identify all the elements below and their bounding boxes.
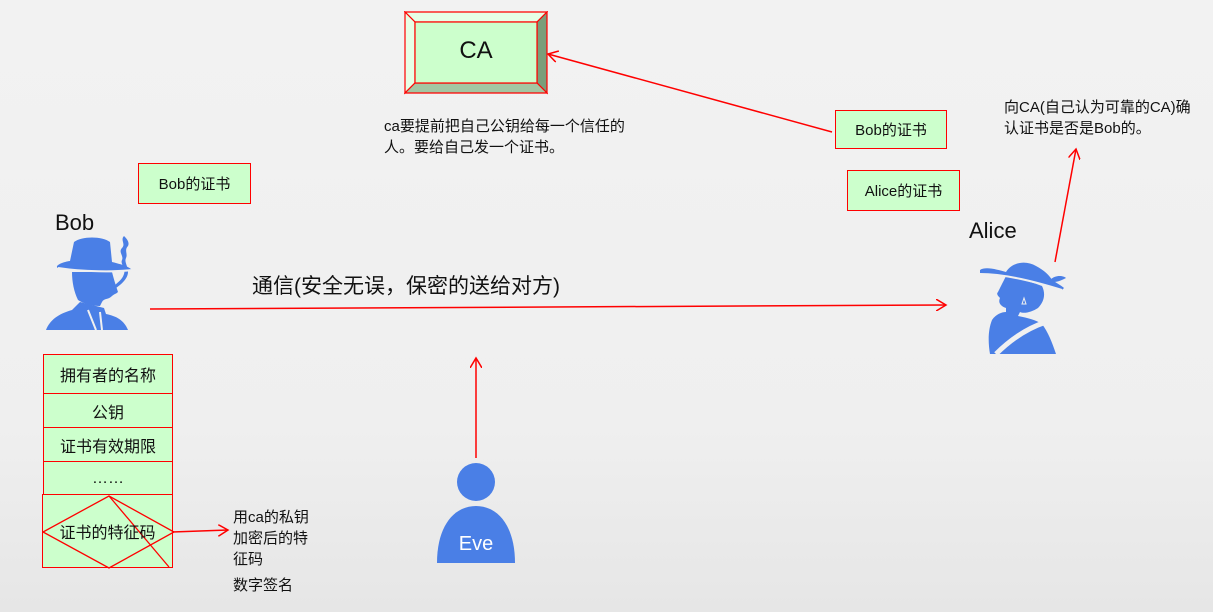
cert-field-owner-name: 拥有者的名称	[43, 354, 173, 394]
ca-label: CA	[459, 37, 493, 64]
alice-query-arrow	[1054, 149, 1076, 263]
bob-name: Bob	[55, 210, 95, 235]
cert-field-label: 证书的特征码	[59, 525, 156, 542]
ca-note: ca要提前把自己公钥给每一个信任的 人。要给自己发一个证书。	[384, 116, 625, 158]
cert-field-validity: 证书有效期限	[43, 427, 173, 462]
alice-certificate-box: Alice的证书	[847, 170, 960, 211]
cert-field-label: ……	[92, 469, 124, 487]
alice-name: Alice	[969, 218, 1017, 243]
signature-note-line: 用ca的私钥	[233, 509, 309, 526]
held-certificate-label: Alice的证书	[864, 183, 943, 200]
bob-certificate-box: Bob的证书	[138, 163, 251, 204]
cert-field-fingerprint: 证书的特征码	[42, 494, 174, 569]
cert-field-label: 公钥	[91, 404, 124, 422]
signature-note-line: 征码	[233, 551, 264, 568]
ca-note-line: ca要提前把自己公钥给每一个信任的	[384, 118, 625, 135]
alice-held-bob-certificate: Bob的证书	[835, 110, 947, 149]
cert-field-label: 拥有者的名称	[59, 368, 156, 385]
cert-field-public-key: 公钥	[43, 393, 173, 428]
communication-arrow	[149, 305, 946, 309]
held-certificate-label: Bob的证书	[855, 122, 927, 139]
communication-label: 通信(安全无误，保密的送给对方)	[252, 275, 560, 298]
eve-name: Eve	[458, 533, 494, 555]
cert-field-ellipsis: ……	[43, 461, 173, 496]
ca-note-line: 人。要给自己发一个证书。	[384, 139, 565, 156]
digital-signature-caption: 数字签名	[233, 577, 294, 594]
bob-man-with-hat-smoking-icon	[46, 236, 133, 331]
alice-verify-note-line: 向CA(自己认为可靠的CA)确	[1004, 99, 1191, 116]
signature-arrow	[171, 530, 228, 532]
signature-note: 用ca的私钥 加密后的特 征码	[233, 507, 309, 570]
alice-verify-note-line: 认证书是否是Bob的。	[1004, 120, 1151, 137]
signature-note-line: 加密后的特	[233, 530, 309, 547]
alice-woman-with-hat-icon	[979, 262, 1066, 356]
cert-field-label: 证书有效期限	[59, 438, 156, 456]
bob-certificate-label: Bob的证书	[158, 176, 231, 193]
alice-verify-note: 向CA(自己认为可靠的CA)确 认证书是否是Bob的。	[1004, 97, 1191, 139]
